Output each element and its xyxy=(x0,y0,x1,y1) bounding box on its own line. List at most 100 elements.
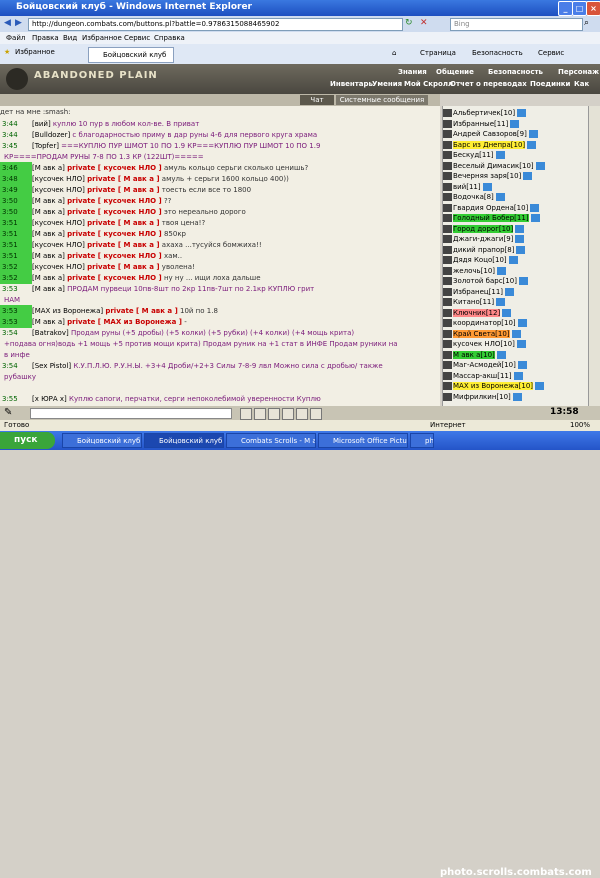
player-info-icon[interactable] xyxy=(523,172,533,180)
player-list-item[interactable]: Голодный Бобер[11] xyxy=(443,213,588,223)
player-info-icon[interactable] xyxy=(530,203,540,212)
player-name[interactable]: Золотой барс[10] xyxy=(453,277,517,285)
player-info-icon[interactable] xyxy=(528,130,538,138)
player-list-item[interactable]: Маг-Асмодей[10] xyxy=(443,360,588,370)
chat-icon[interactable]: ✎ xyxy=(4,407,12,418)
player-name[interactable]: Избранец[11] xyxy=(453,288,503,296)
player-info-icon[interactable] xyxy=(497,266,506,275)
home-icon[interactable]: ⌂ xyxy=(392,49,396,57)
player-info-icon[interactable] xyxy=(495,151,505,159)
player-name[interactable]: Андрей Савзоров[9] xyxy=(453,130,527,138)
chat-nick[interactable]: [М авк а] xyxy=(32,230,65,238)
task-4[interactable]: photo.scrolls.combats... xyxy=(410,433,434,448)
nav-battles[interactable]: Поединки xyxy=(530,80,570,88)
search-icon[interactable]: ⌕ xyxy=(584,18,589,28)
back-icon[interactable]: ◀ xyxy=(4,18,11,28)
player-info-icon[interactable] xyxy=(513,371,523,380)
player-name[interactable]: Ключник[12] xyxy=(453,308,501,317)
player-list-item[interactable]: желочь[10] xyxy=(443,266,588,276)
player-name[interactable]: желочь[10] xyxy=(453,267,495,275)
player-name[interactable]: Водочка[8] xyxy=(453,193,494,201)
player-info-icon[interactable] xyxy=(505,287,515,296)
player-info-icon[interactable] xyxy=(510,119,520,128)
chat-nick[interactable]: [М авк а] xyxy=(32,285,65,293)
chat-private-tag[interactable]: private [ кусочек НЛО ] xyxy=(67,208,162,216)
player-info-icon[interactable] xyxy=(482,182,492,191)
chat-input[interactable] xyxy=(30,408,232,419)
player-list-item[interactable]: Город дорог[10] xyxy=(443,224,588,234)
player-list-item[interactable]: Андрей Савзоров[9] xyxy=(443,129,588,139)
player-name[interactable]: Гвардия Ордена[10] xyxy=(453,204,528,212)
player-info-icon[interactable] xyxy=(515,224,525,233)
search-input[interactable]: Bing xyxy=(450,18,583,31)
player-list-item[interactable]: Избранец[11] xyxy=(443,287,588,297)
url-input[interactable]: http://dungeon.combats.com/buttons.pl?ba… xyxy=(28,18,403,31)
nav-how[interactable]: Как xyxy=(574,80,589,88)
chat-private-tag[interactable]: private [ М авк а ] xyxy=(87,241,159,249)
chat-nick[interactable]: [М авк а] xyxy=(32,274,65,282)
player-info-icon[interactable] xyxy=(502,308,512,317)
player-info-icon[interactable] xyxy=(496,298,506,306)
chat-private-tag[interactable]: private [ кусочек НЛО ] xyxy=(67,274,162,282)
menu-file[interactable]: Файл xyxy=(6,34,25,42)
page-menu[interactable]: Страница xyxy=(420,49,456,57)
chat-private-tag[interactable]: private [ кусочек НЛО ] xyxy=(67,197,162,205)
chat-nick[interactable]: [Bulldozer] xyxy=(32,131,70,139)
player-list-item[interactable]: Барс из Днепра[10] xyxy=(443,140,588,150)
zoom-level[interactable]: 100% xyxy=(570,421,590,429)
player-list-item[interactable]: Край Света[10] xyxy=(443,329,588,339)
close-button[interactable]: × xyxy=(586,1,600,16)
player-list-item[interactable]: Золотой барс[10] xyxy=(443,276,588,286)
player-info-icon[interactable] xyxy=(517,319,527,327)
start-button[interactable]: пуск xyxy=(0,432,55,449)
player-list-item[interactable]: М авк а[10] xyxy=(443,350,588,360)
send-button[interactable] xyxy=(240,408,252,420)
menu-favorites[interactable]: Избранное xyxy=(82,34,122,42)
player-list-item[interactable]: вий[11] xyxy=(443,182,588,192)
nav-knowledge[interactable]: Знания xyxy=(398,68,427,76)
filter-button[interactable] xyxy=(282,408,294,420)
player-name[interactable]: Джаги-джаги[9] xyxy=(453,235,513,243)
maximize-button[interactable]: □ xyxy=(572,1,587,16)
player-list-item[interactable]: координатор[10] xyxy=(443,318,588,328)
nav-security[interactable]: Безопасность xyxy=(488,68,543,76)
player-info-icon[interactable] xyxy=(517,361,527,369)
player-list-item[interactable]: Китано[11] xyxy=(443,297,588,307)
nav-transfer-report[interactable]: Отчет о переводах xyxy=(450,80,527,88)
player-name[interactable]: дикий прапор[8] xyxy=(453,246,514,254)
chat-nick[interactable]: [кусочек НЛО] xyxy=(32,241,85,249)
browser-tab[interactable]: Бойцовский клуб xyxy=(88,47,174,63)
player-name[interactable]: Массар-акш[11] xyxy=(453,372,512,380)
chat-nick[interactable]: [М авк а] xyxy=(32,197,65,205)
player-name[interactable]: Маг-Асмодей[10] xyxy=(453,361,516,369)
chat-nick[interactable]: [кусочек НЛО] xyxy=(32,175,85,183)
player-list-item[interactable]: Мифрилкин[10] xyxy=(443,392,588,402)
nav-skills[interactable]: Умения xyxy=(372,80,402,88)
player-name[interactable]: Мифрилкин[10] xyxy=(453,393,511,401)
refresh-chat-button[interactable] xyxy=(310,408,322,420)
nav-character[interactable]: Персонаж xyxy=(558,68,599,76)
chat-nick[interactable]: [Sex Pistol] xyxy=(32,362,71,370)
player-name[interactable]: кусочек НЛО[10] xyxy=(453,340,515,348)
player-name[interactable]: MAX из Воронежа[10] xyxy=(453,382,534,390)
player-list-item[interactable]: Водочка[8] xyxy=(443,192,588,202)
player-list-item[interactable]: Гвардия Ордена[10] xyxy=(443,203,588,213)
player-info-icon[interactable] xyxy=(496,350,506,359)
player-list-item[interactable]: дикий прапор[8] xyxy=(443,245,588,255)
player-name[interactable]: Китано[11] xyxy=(453,298,494,306)
player-name[interactable]: Барс из Днепра[10] xyxy=(453,140,526,149)
menu-help[interactable]: Справка xyxy=(154,34,185,42)
smiles-button[interactable] xyxy=(268,408,280,420)
player-list-scrollbar[interactable] xyxy=(588,106,600,406)
chat-private-tag[interactable]: private [ кусочек НЛО ] xyxy=(67,230,162,238)
player-list-item[interactable]: Ключник[12] xyxy=(443,308,588,318)
player-list-item[interactable]: Бескуд[11] xyxy=(443,150,588,160)
chat-nick[interactable]: [М авк а] xyxy=(32,318,65,326)
chat-nick[interactable]: [М авк а] xyxy=(32,252,65,260)
minimize-button[interactable]: _ xyxy=(558,1,573,16)
nav-inventory[interactable]: Инвентарь xyxy=(330,80,373,88)
menu-tools[interactable]: Сервис xyxy=(124,34,150,42)
player-info-icon[interactable] xyxy=(518,277,528,285)
player-info-icon[interactable] xyxy=(515,235,525,243)
player-info-icon[interactable] xyxy=(516,245,526,254)
